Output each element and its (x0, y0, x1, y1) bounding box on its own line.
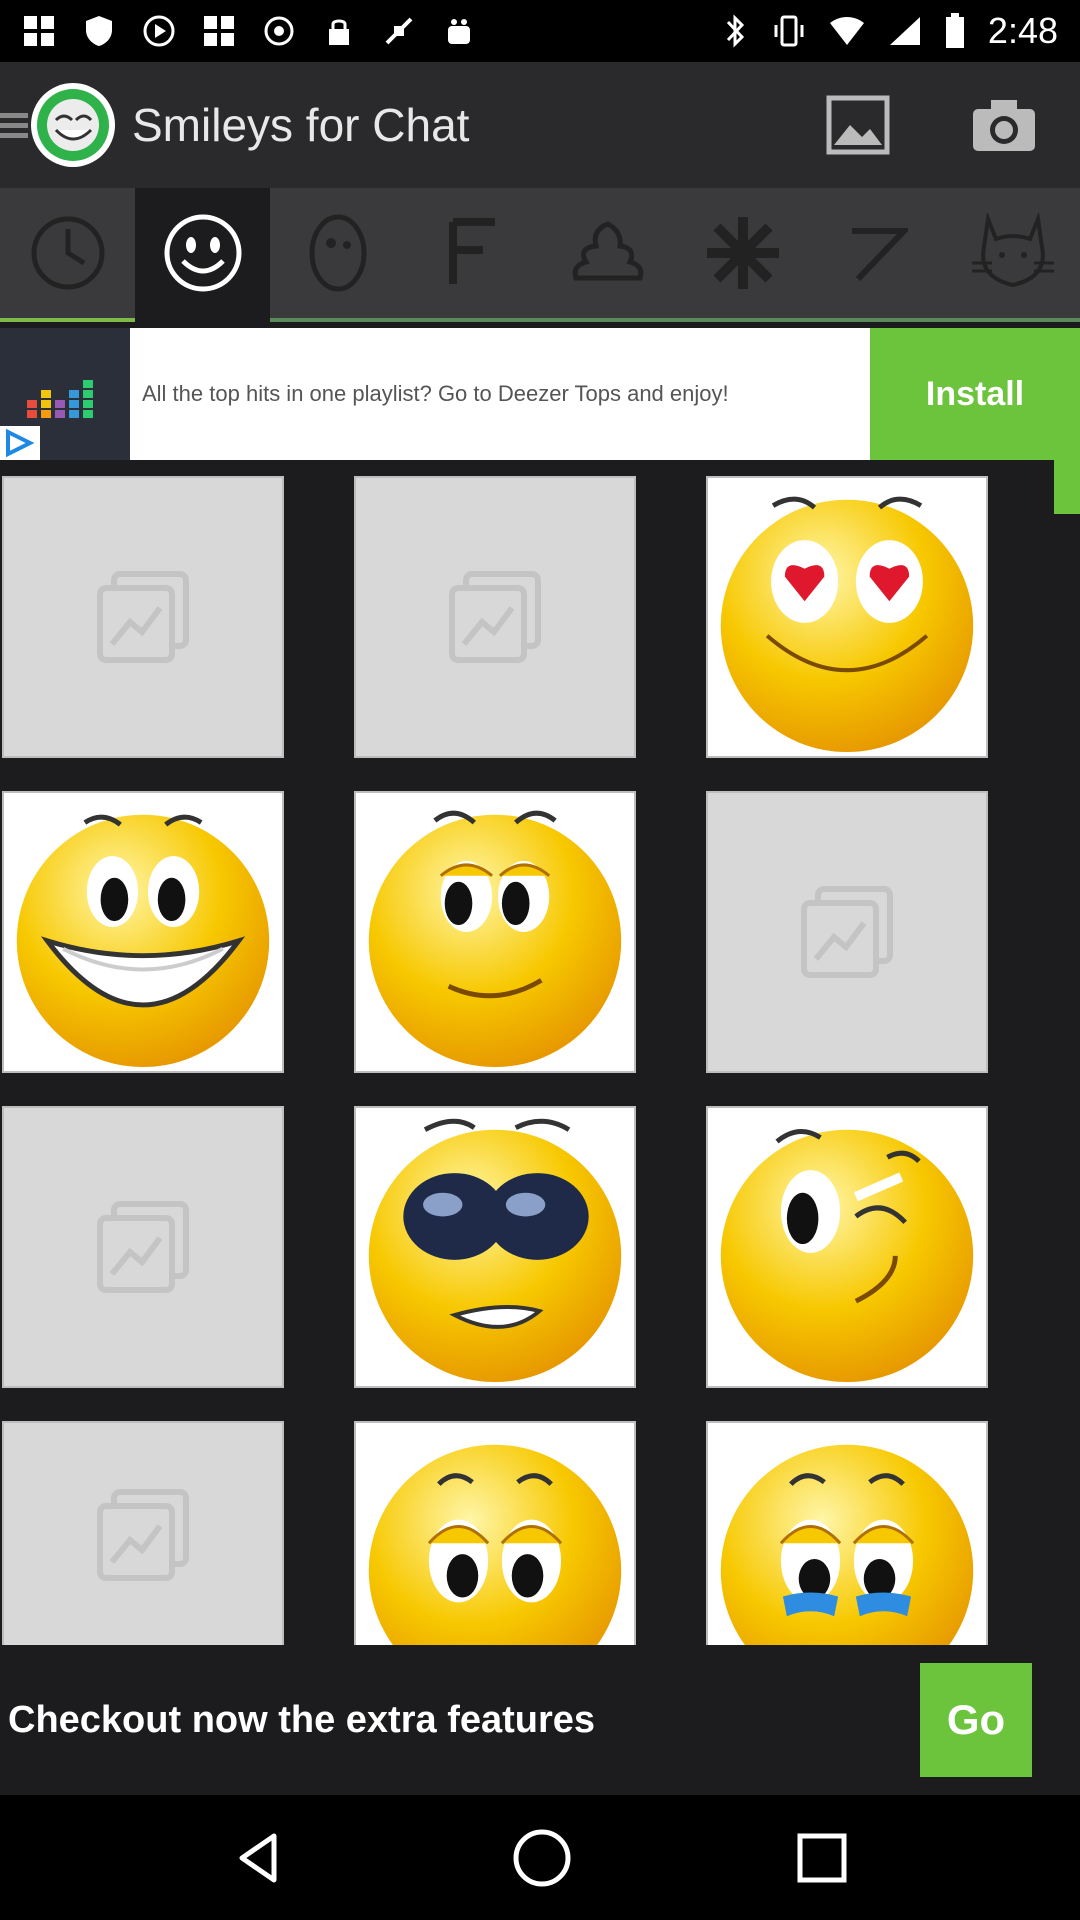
shield-notification-icon (86, 16, 112, 46)
smiley-sunglasses[interactable] (354, 1106, 636, 1388)
satellite-notification-icon (385, 17, 413, 45)
ad-logo (0, 328, 130, 460)
image-placeholder-icon (801, 886, 893, 978)
ad-text: All the top hits in one playlist? Go to … (142, 381, 729, 406)
tab-symbols[interactable] (675, 188, 810, 322)
sunglasses-face-icon (368, 1118, 622, 1383)
battery-icon (945, 13, 964, 48)
tab-faces[interactable] (270, 188, 405, 322)
lock-notification-icon (329, 19, 349, 45)
signal-icon (889, 17, 920, 45)
image-placeholder[interactable] (2, 1421, 284, 1649)
gallery-button[interactable] (818, 85, 898, 165)
wink-face-icon (720, 1129, 974, 1383)
tab-f-letter[interactable] (405, 188, 540, 322)
tab-recent[interactable] (0, 188, 135, 322)
letter-z-icon (851, 228, 908, 282)
navigation-bar (0, 1795, 1080, 1920)
smiley-shy[interactable] (354, 791, 636, 1073)
smiley-icon (164, 214, 241, 292)
clock-icon (31, 216, 104, 290)
tab-animals[interactable] (945, 188, 1080, 322)
tab-poop[interactable] (540, 188, 675, 322)
shy-face-icon (368, 810, 622, 1068)
smiley-crying[interactable] (706, 1421, 988, 1649)
cat-icon (971, 213, 1054, 288)
category-tabs (0, 188, 1080, 322)
play-notification-icon (143, 15, 175, 47)
image-placeholder-icon (449, 571, 541, 663)
camera-button[interactable] (964, 85, 1044, 165)
image-placeholder-icon (97, 1201, 189, 1293)
camera-icon (973, 100, 1035, 151)
settings-notification-icon (264, 16, 294, 46)
ad-banner[interactable]: All the top hits in one playlist? Go to … (0, 328, 1080, 460)
grid-notification-icon (24, 16, 54, 46)
face-icon (309, 214, 366, 292)
smiley-heart-eyes[interactable] (706, 476, 988, 758)
deezer-logo-icon (27, 380, 93, 418)
hamburger-icon (0, 113, 28, 138)
system-icons: 2:48 (722, 10, 1058, 52)
tab-smileys[interactable] (135, 188, 270, 322)
image-placeholder-icon (97, 571, 189, 663)
grid-notification-icon-2 (204, 16, 234, 46)
recents-icon[interactable] (794, 1830, 850, 1886)
image-placeholder[interactable] (706, 791, 988, 1073)
image-placeholder[interactable] (2, 476, 284, 758)
ad-indicator (1054, 460, 1080, 514)
status-time: 2:48 (987, 10, 1058, 51)
big-grin-face-icon (16, 814, 270, 1068)
sad-face-icon (368, 1444, 622, 1647)
status-bar: 2:48 (0, 0, 1080, 62)
home-icon[interactable] (510, 1826, 574, 1890)
ad-choices-icon[interactable] (0, 426, 40, 460)
app-logo-icon (31, 83, 115, 167)
app-title: Smileys for Chat (132, 99, 470, 151)
ad-install-button[interactable]: Install (870, 328, 1080, 460)
vibrate-icon (774, 15, 804, 47)
tab-z-letter[interactable] (810, 188, 945, 322)
asterisk-icon (706, 217, 779, 289)
image-placeholder-icon (97, 1489, 189, 1581)
banner-text: Checkout now the extra features (8, 1698, 596, 1741)
extra-features-banner: Checkout now the extra features Go (0, 1645, 1080, 1795)
back-icon[interactable] (230, 1828, 290, 1888)
notification-icons (22, 14, 722, 48)
go-button[interactable]: Go (920, 1663, 1032, 1777)
android-notification-icon (448, 19, 470, 44)
app-bar: Smileys for Chat (0, 62, 1080, 188)
bluetooth-icon (726, 14, 745, 48)
letter-f-icon (448, 218, 495, 284)
image-placeholder[interactable] (2, 1106, 284, 1388)
poop-icon (572, 221, 643, 281)
smiley-big-grin[interactable] (2, 791, 284, 1073)
wifi-icon (829, 17, 864, 45)
image-icon (826, 95, 890, 155)
smiley-wink[interactable] (706, 1106, 988, 1388)
menu-button[interactable] (0, 80, 118, 170)
crying-face-icon (720, 1444, 974, 1647)
image-placeholder[interactable] (354, 476, 636, 758)
heart-eyes-face-icon (720, 496, 974, 753)
smiley-sad[interactable] (354, 1421, 636, 1649)
